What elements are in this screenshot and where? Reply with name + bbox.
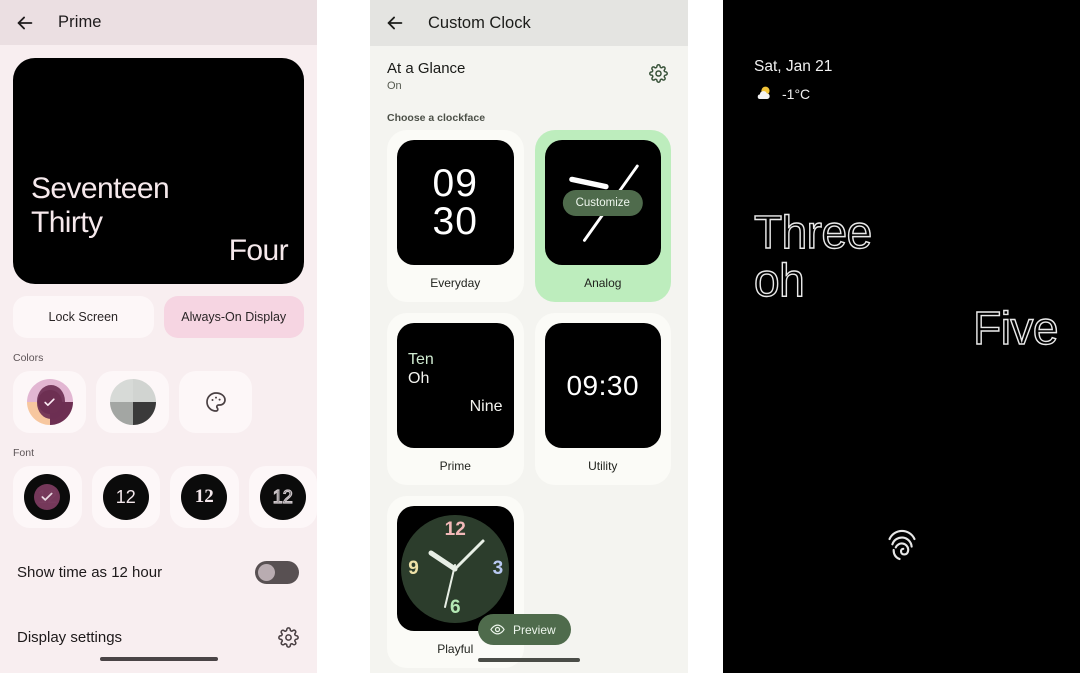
selected-check-icon — [37, 390, 62, 414]
prime-line-2: Oh — [408, 370, 430, 387]
aod-clock: Three oh Five — [723, 205, 1080, 366]
screenshot-stage: Prime Seventeen Thirty Four Lock Screen … — [0, 0, 1080, 673]
display-settings-label: Display settings — [17, 628, 123, 646]
screen-mode-tabs: Lock Screen Always-On Display — [13, 296, 304, 338]
tab-lock-screen[interactable]: Lock Screen — [13, 296, 154, 338]
clockface-label: Utility — [588, 459, 618, 473]
aod-clock-line-1: Three — [753, 205, 873, 258]
custom-color-swatch[interactable] — [179, 371, 252, 433]
panel1-appbar: Prime — [0, 0, 317, 45]
at-a-glance-row[interactable]: At a Glance On — [370, 46, 688, 92]
show-time-12-hour-toggle[interactable] — [255, 560, 299, 584]
aod-clock-line-3: Five — [972, 301, 1059, 354]
clockface-card-utility[interactable]: 09:30 Utility — [534, 313, 671, 485]
everyday-time-bottom: 30 — [432, 199, 478, 243]
panel-custom-clock: Custom Clock At a Glance On Choose a clo… — [370, 0, 688, 673]
clockface-label: Everyday — [430, 276, 481, 290]
preview-button[interactable]: Preview — [478, 614, 571, 645]
preview-line-1: Seventeen — [31, 172, 170, 205]
page-title: Prime — [58, 13, 102, 31]
page-title: Custom Clock — [428, 13, 531, 32]
panel-always-on-display: Sat, Jan 21 -1°C Three oh Five — [723, 0, 1080, 673]
panel-prime-customization: Prime Seventeen Thirty Four Lock Screen … — [0, 0, 317, 673]
font-preview-circle: 12 — [259, 474, 306, 520]
navigation-bar-pill[interactable] — [99, 657, 218, 661]
gear-icon[interactable] — [649, 64, 668, 83]
selected-check-icon — [34, 484, 61, 510]
show-time-12-hour-row[interactable]: Show time as 12 hour — [0, 550, 317, 594]
playful-hands — [428, 539, 485, 608]
colors-section-label: Colors — [13, 352, 44, 364]
font-glyph: 12 — [272, 486, 293, 507]
wallpaper-color-swatch[interactable] — [13, 371, 86, 433]
font-option-sans[interactable]: 12 — [91, 466, 160, 528]
clockface-label: Prime — [439, 459, 471, 473]
clockface-label: Analog — [584, 276, 622, 290]
font-glyph: 12 — [115, 486, 136, 507]
font-options-row: 12 12 12 12 — [0, 466, 317, 528]
palette-icon — [205, 392, 226, 412]
font-preview-circle: 12 — [24, 474, 71, 520]
at-a-glance-status: On — [387, 80, 402, 92]
clockface-grid: 09 30 Everyday Customize Analog Ten Oh N… — [370, 130, 688, 668]
font-preview-circle: 12 — [102, 474, 149, 520]
back-arrow-icon[interactable] — [14, 12, 36, 34]
font-preview-circle: 12 — [181, 474, 228, 520]
eye-icon — [490, 624, 505, 635]
clockface-card-everyday[interactable]: 09 30 Everyday — [387, 130, 524, 302]
display-settings-row[interactable]: Display settings — [0, 616, 317, 658]
neutral-color-swatch[interactable] — [96, 371, 169, 433]
at-a-glance-title: At a Glance — [387, 60, 466, 77]
font-glyph: 12 — [194, 486, 214, 507]
everyday-time-top: 09 — [432, 161, 478, 205]
prime-line-3: Nine — [469, 398, 503, 415]
clock-preview-card[interactable]: Seventeen Thirty Four — [13, 58, 304, 284]
everyday-time: 09 30 — [432, 161, 478, 243]
partly-cloudy-sun-icon — [757, 86, 770, 100]
choose-clockface-label: Choose a clockface — [387, 112, 486, 124]
playful-dial: 12 3 6 9 — [401, 514, 510, 623]
utility-time: 09:30 — [566, 369, 640, 401]
clockface-card-analog[interactable]: Customize Analog — [534, 130, 671, 302]
panel2-appbar: Custom Clock — [370, 0, 688, 46]
gear-icon[interactable] — [278, 626, 299, 648]
customize-button[interactable]: Customize — [562, 189, 643, 216]
aod-clock-line-2: oh — [753, 253, 805, 306]
clockface-thumb-analog: Customize — [544, 140, 661, 265]
clockface-label: Playful — [437, 642, 474, 656]
tab-always-on-display[interactable]: Always-On Display — [163, 296, 304, 338]
clockface-card-prime[interactable]: Ten Oh Nine Prime — [387, 313, 524, 485]
clockface-thumb-utility: 09:30 — [544, 323, 661, 448]
font-section-label: Font — [13, 447, 35, 459]
clockface-thumb-playful: 12 3 6 9 — [397, 506, 514, 631]
color-circle — [26, 379, 73, 425]
font-option-serif[interactable]: 12 — [170, 466, 239, 528]
prime-line-1: Ten — [408, 351, 434, 368]
show-time-12-hour-label: Show time as 12 hour — [17, 563, 163, 581]
aod-weather: -1°C — [754, 84, 810, 103]
fingerprint-icon[interactable] — [885, 524, 919, 564]
back-arrow-icon[interactable] — [384, 12, 406, 34]
preview-line-3: Four — [228, 234, 289, 267]
font-option-selected[interactable]: 12 — [13, 466, 82, 528]
font-option-outline[interactable]: 12 — [248, 466, 317, 528]
at-a-glance-text: At a Glance On — [387, 60, 465, 92]
preview-button-label: Preview — [513, 622, 556, 637]
navigation-bar-pill[interactable] — [478, 658, 580, 662]
aod-temperature: -1°C — [782, 85, 811, 102]
preview-line-2: Thirty — [31, 206, 103, 239]
clockface-thumb-prime: Ten Oh Nine — [397, 323, 514, 448]
color-circle — [109, 379, 156, 425]
colors-swatch-row — [0, 371, 317, 433]
prime-text-block: Ten Oh Nine — [397, 323, 514, 448]
aod-date: Sat, Jan 21 — [754, 58, 833, 75]
clockface-thumb-everyday: 09 30 — [397, 140, 514, 265]
